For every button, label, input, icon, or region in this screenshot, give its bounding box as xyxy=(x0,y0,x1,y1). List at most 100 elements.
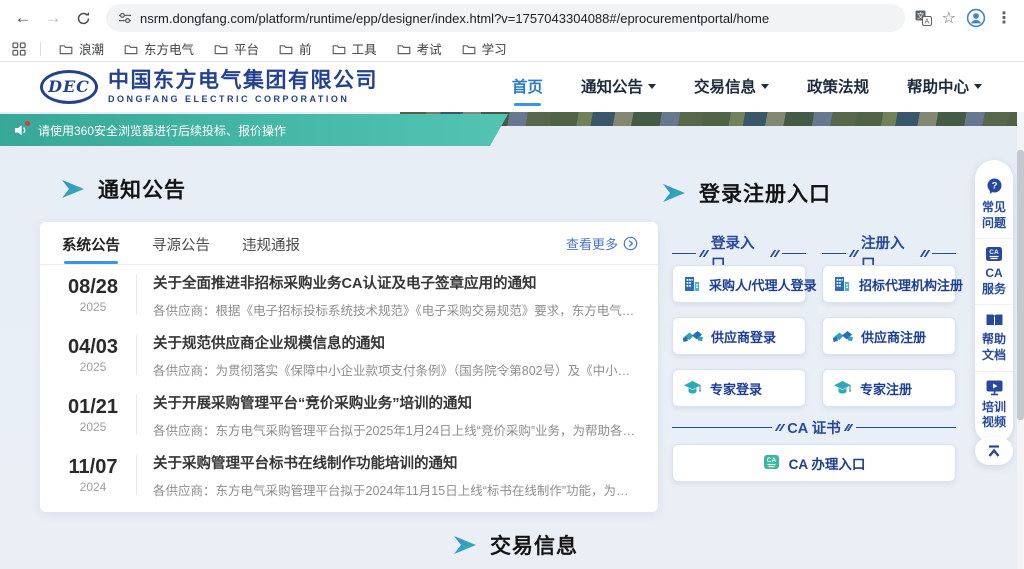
bookmark-label: 平台 xyxy=(234,39,259,58)
supplier-register-button[interactable]: 供应商注册 xyxy=(822,317,956,355)
slash-ornament xyxy=(777,424,782,431)
nav-label: 政策法规 xyxy=(807,75,869,97)
button-label: 供应商注册 xyxy=(861,327,926,346)
divider xyxy=(136,275,137,315)
scrollbar-track[interactable] xyxy=(1017,112,1024,569)
bidding-agency-register-button[interactable]: 招标代理机构注册 xyxy=(822,265,956,303)
browser-menu-icon[interactable]: ⋮ xyxy=(996,8,1012,28)
notice-date: 01/21 2025 xyxy=(62,396,124,434)
handshake-icon xyxy=(833,329,853,344)
notice-month-day: 04/03 xyxy=(62,336,124,358)
notice-item[interactable]: 11/07 2024 关于采购管理平台标书在线制作功能培训的通知 各供应商：东方… xyxy=(40,445,658,505)
building-icon xyxy=(683,275,701,293)
expert-login-button[interactable]: 专家登录 xyxy=(672,369,806,407)
chevron-down-icon xyxy=(974,84,982,89)
nav-help-center[interactable]: 帮助中心 xyxy=(907,69,982,106)
translate-icon[interactable]: 文A xyxy=(915,10,932,26)
ca-service-item[interactable]: CA CA服务 xyxy=(975,238,1013,304)
notice-title[interactable]: 关于采购管理平台标书在线制作功能培训的通知 xyxy=(153,452,640,473)
chevron-down-icon xyxy=(761,84,769,89)
bookmark-star-icon[interactable]: ☆ xyxy=(942,8,956,28)
back-to-top-button[interactable] xyxy=(975,437,1013,465)
address-bar[interactable]: nsrm.dongfang.com/platform/runtime/epp/d… xyxy=(106,4,905,32)
site-settings-icon[interactable] xyxy=(118,11,132,25)
slash-ornament xyxy=(772,250,777,257)
divider xyxy=(136,455,137,495)
bookmark-folder[interactable]: 东方电气 xyxy=(116,36,202,61)
notice-year: 2024 xyxy=(62,480,124,494)
button-label: 专家登录 xyxy=(710,379,762,398)
slash-ornament xyxy=(851,250,856,257)
bookmark-folder[interactable]: 工具 xyxy=(324,36,385,61)
alert-dot xyxy=(25,121,30,126)
notice-desc: 各供应商：根据《电子招标投标系统技术规范》《电子采购交易规范》要求，东方电气采购… xyxy=(153,300,640,319)
ticker-text: 请使用360安全浏览器进行后续投标、报价操作 xyxy=(38,122,286,139)
notice-desc: 各供应商：为贯彻落实《保障中小企业款项支付条例》（国务院令第802号）及《中小企… xyxy=(153,360,640,379)
bookmark-label: 东方电气 xyxy=(144,39,194,58)
notice-title[interactable]: 关于开展采购管理平台“竞价采购业务”培训的通知 xyxy=(153,392,640,413)
faq-item[interactable]: ? 常见问题 xyxy=(975,170,1013,238)
buyer-agent-login-button[interactable]: 采购人/代理人登录 xyxy=(672,265,806,303)
nav-label: 交易信息 xyxy=(694,75,756,97)
bookmark-label: 学习 xyxy=(482,39,507,58)
button-label: 专家注册 xyxy=(860,379,912,398)
nav-label: 帮助中心 xyxy=(907,75,969,97)
url-text[interactable]: nsrm.dongfang.com/platform/runtime/epp/d… xyxy=(140,11,769,26)
page-main: 请使用360安全浏览器进行后续投标、报价操作 通知公告 系统公告 寻源公告 违规… xyxy=(0,112,1024,569)
dec-logo-icon: DEC xyxy=(40,70,98,104)
notice-title[interactable]: 关于规范供应商企业规模信息的通知 xyxy=(153,332,640,353)
expert-register-button[interactable]: 专家注册 xyxy=(822,369,956,407)
training-videos-item[interactable]: 培训视频 xyxy=(975,371,1013,438)
nav-home[interactable]: 首页 xyxy=(512,69,543,106)
notice-title[interactable]: 关于全面推进非招标采购业务CA认证及电子签章应用的通知 xyxy=(153,272,640,293)
bookmark-label: 考试 xyxy=(417,39,442,58)
trade-section-header: 交易信息 xyxy=(454,530,578,560)
divider xyxy=(136,395,137,435)
apps-grid-icon[interactable] xyxy=(8,42,30,56)
nav-notices[interactable]: 通知公告 xyxy=(581,69,656,106)
tab-sourcing-notices[interactable]: 寻源公告 xyxy=(150,223,212,264)
ca-group-header: CA 证书 xyxy=(672,417,956,438)
notice-item[interactable]: 01/21 2025 关于开展采购管理平台“竞价采购业务”培训的通知 各供应商：… xyxy=(40,385,658,445)
company-name-en: DONGFANG ELECTRIC CORPORATION xyxy=(108,94,378,104)
notice-date: 11/07 2024 xyxy=(62,456,124,494)
svg-text:A: A xyxy=(924,19,929,26)
bookmark-folder[interactable]: 学习 xyxy=(454,36,515,61)
graduation-cap-icon xyxy=(683,380,702,396)
ca-apply-button[interactable]: CA CA 办理入口 xyxy=(672,444,956,482)
view-more-label: 查看更多 xyxy=(566,234,618,253)
supplier-login-button[interactable]: 供应商登录 xyxy=(672,317,806,355)
notice-month-day: 11/07 xyxy=(62,456,124,478)
notices-card: 系统公告 寻源公告 违规通报 查看更多 08/28 2025 关于全面推进非招标… xyxy=(40,222,658,512)
bookmark-folder[interactable]: 浪潮 xyxy=(51,36,112,61)
bookmark-folder[interactable]: 平台 xyxy=(206,36,267,61)
sidebar-item-label: CA服务 xyxy=(981,266,1007,297)
bookmark-folder[interactable]: 考试 xyxy=(389,36,450,61)
tab-system-notices[interactable]: 系统公告 xyxy=(60,223,122,264)
view-more-link[interactable]: 查看更多 xyxy=(566,234,638,253)
section-arrow-icon xyxy=(62,180,84,198)
nav-trade-info[interactable]: 交易信息 xyxy=(694,69,769,106)
bookmark-folder[interactable]: 前 xyxy=(271,36,320,61)
profile-avatar-icon[interactable] xyxy=(966,8,986,28)
sidebar-item-label: 常见问题 xyxy=(981,200,1007,231)
divider xyxy=(932,253,956,254)
back-icon[interactable]: ← xyxy=(10,5,36,31)
svg-text:CA: CA xyxy=(766,457,776,464)
svg-text:?: ? xyxy=(991,181,997,192)
notices-section-title: 通知公告 xyxy=(98,174,186,204)
notice-month-day: 08/28 xyxy=(62,276,124,298)
notice-item[interactable]: 08/28 2025 关于全面推进非招标采购业务CA认证及电子签章应用的通知 各… xyxy=(40,265,658,325)
bookmark-label: 浪潮 xyxy=(79,39,104,58)
refresh-icon[interactable] xyxy=(70,5,96,31)
sidebar-item-label: 帮助文档 xyxy=(981,332,1007,363)
nav-policies[interactable]: 政策法规 xyxy=(807,69,869,106)
question-bubble-icon: ? xyxy=(985,177,1004,196)
bookmark-label: 前 xyxy=(299,39,312,58)
notice-item[interactable]: 04/03 2025 关于规范供应商企业规模信息的通知 各供应商：为贯彻落实《保… xyxy=(40,325,658,385)
help-docs-item[interactable]: 帮助文档 xyxy=(975,304,1013,370)
company-logo[interactable]: DEC 中国东方电气集团有限公司 DONGFANG ELECTRIC CORPO… xyxy=(40,70,378,104)
tab-violation-reports[interactable]: 违规通报 xyxy=(240,223,302,264)
button-label: 供应商登录 xyxy=(711,327,776,346)
scrollbar-thumb[interactable] xyxy=(1017,150,1024,420)
